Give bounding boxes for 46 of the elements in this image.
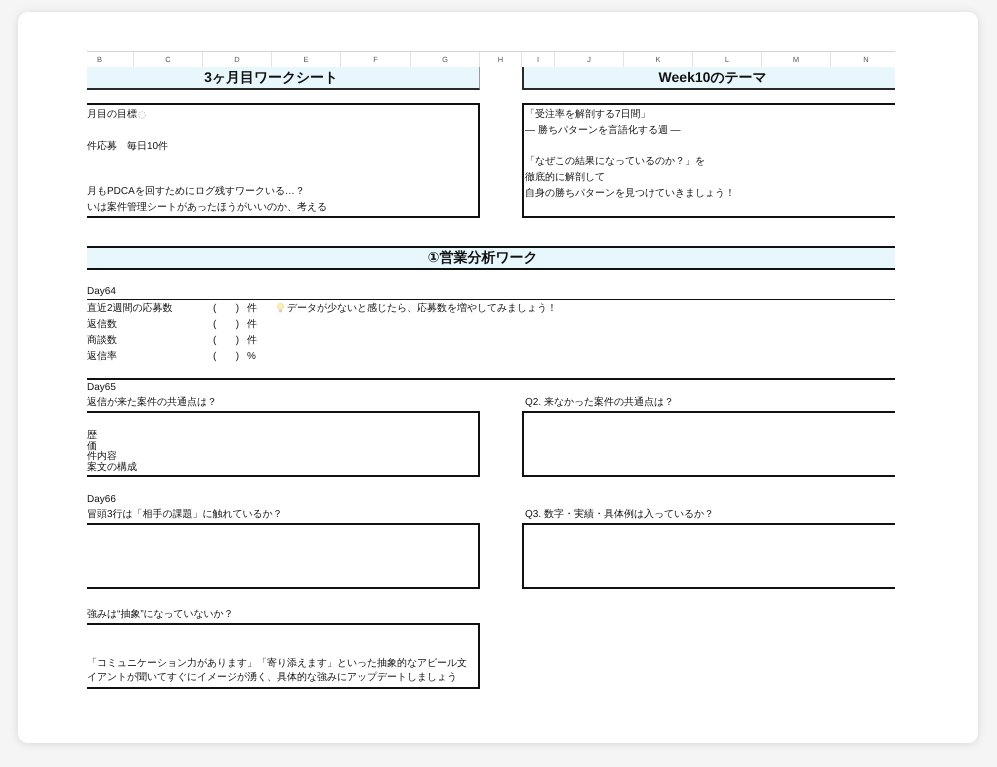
answer-box[interactable] (522, 523, 895, 589)
day-label: Day65 (87, 381, 117, 395)
answer-text: 「コミュニケーション力があります」「寄り添えます」といった抽象的なアピール文 (87, 657, 468, 671)
goal-text: 件応募 毎日10件 (87, 140, 170, 154)
day-label: Day64 (87, 285, 117, 299)
question-prompt: 冒頭3行は「相手の課題」に触れているか？ (87, 508, 284, 522)
question-prompt: Q3. 数字・実績・具体例は入っているか？ (524, 508, 715, 522)
goal-label: 月目の目標 (87, 108, 137, 122)
answer-box[interactable]: 「コミュニケーション力があります」「寄り添えます」といった抽象的なアピール文 イアントが聞いてすぐにイメージが湧く、具体的な強みにアップデートしましょう (87, 623, 480, 689)
answer-text: 価 (87, 442, 97, 452)
unit-label: % (247, 350, 257, 362)
question-prompt: 強みは“抽象”になっていないか？ (87, 608, 235, 622)
question-prompt: Q2. 来なかった案件の共通点は？ (524, 396, 675, 410)
answer-text: 件内容 (87, 452, 117, 462)
unit-label: 件 (247, 334, 258, 347)
section-title: ①営業分析ワーク (87, 246, 895, 270)
unit-label: 件 (247, 318, 258, 331)
theme-text: 自身の勝ちパターンを見つけていきましょう！ (525, 186, 736, 201)
note-text: 月もPDCAを回すためにログ残すワークいる…？ (87, 184, 306, 199)
metric-label: 返信率 (87, 350, 118, 363)
answer-box[interactable]: 歴 価 件内容 案文の構成 (87, 411, 480, 477)
answer-text: イアントが聞いてすぐにイメージが湧く、具体的な強みにアップデートしましょう (87, 671, 458, 685)
day-label: Day66 (87, 493, 117, 507)
note-text: いは案件管理シートがあったほうがいいのか、考える (87, 200, 328, 215)
section-title: 3ヶ月目ワークシート (87, 67, 480, 90)
theme-headline: — 勝ちパターンを言語化する週 — (525, 124, 682, 138)
theme-headline: 「受注率を解剖する7日間」 (525, 108, 652, 122)
fill-in-blank[interactable]: ( ) (213, 334, 247, 346)
answer-box[interactable] (522, 411, 895, 477)
tip-text: データが少ないと感じたら、応募数を増やしてみましょう！ (287, 302, 557, 315)
answer-text: 案文の構成 (87, 462, 138, 473)
fill-in-blank[interactable]: ( ) (213, 318, 247, 330)
metric-label: 商談数 (87, 334, 118, 347)
metric-label: 返信数 (87, 318, 118, 331)
metric-label: 直近2週間の応募数 (87, 302, 174, 315)
answer-text: 歴 (87, 431, 98, 441)
section-title: Week10のテーマ (522, 67, 895, 90)
unit-label: 件 (247, 302, 258, 315)
fill-in-blank[interactable]: ( ) (213, 302, 247, 314)
fill-in-blank[interactable]: ( ) (213, 350, 247, 362)
dashed-circle-icon (138, 111, 146, 119)
question-prompt: 返信が来た案件の共通点は？ (87, 396, 218, 410)
answer-box[interactable] (87, 523, 480, 589)
lightbulb-icon (277, 303, 284, 313)
theme-text: 「なぜこの結果になっているのか？」を (525, 154, 706, 169)
theme-text: 徹底的に解剖して (525, 170, 606, 185)
